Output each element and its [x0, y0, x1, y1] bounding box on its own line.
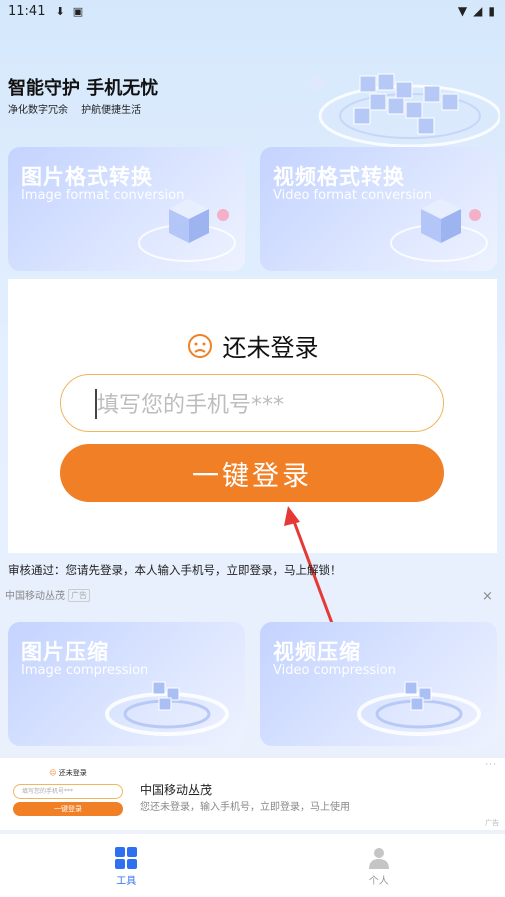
- banner-ad-description: 您还未登录，输入手机号，立即登录，马上使用: [140, 802, 350, 813]
- banner-ad-thumbnail: ☹ 还未登录 填写您的手机号*** 一键登录: [10, 766, 126, 828]
- login-status-text: 还未登录: [222, 334, 319, 362]
- nav-personal[interactable]: 个人: [253, 834, 505, 897]
- wifi-icon: ▼: [457, 4, 468, 18]
- battery-icon: ▮: [488, 4, 495, 18]
- nav-personal-label: 个人: [368, 876, 389, 887]
- ad-tag: 广告: [68, 589, 90, 602]
- cube-icon: [390, 199, 488, 262]
- banner-mini-status: ☹ 还未登录: [49, 769, 87, 777]
- compression-ring-icon: [357, 681, 481, 736]
- hero-cube-illustration: [308, 73, 500, 148]
- card-title: 视频压缩: [273, 640, 361, 664]
- hero-title: 智能守护 手机无忧: [8, 78, 159, 99]
- cube-icon: [138, 199, 236, 262]
- status-right: ▼ ◢ ▮: [458, 4, 495, 18]
- hero-subtitle: 净化数字冗余 护航便捷生活: [8, 105, 142, 116]
- banner-mini-input: 填写您的手机号***: [13, 784, 123, 799]
- one-click-login-button[interactable]: 一键登录: [60, 444, 444, 502]
- person-icon: [368, 848, 389, 869]
- sad-face-icon: [187, 333, 212, 358]
- login-panel: 还未登录 填写您的手机号*** 一键登录: [8, 279, 497, 553]
- notification-icon: ▣: [72, 4, 84, 18]
- status-time: 11:41: [8, 3, 46, 19]
- grid-icon: [115, 847, 138, 869]
- text-caret: [95, 389, 97, 419]
- status-bar: 11:41 ⬇ ▣ ▼ ◢ ▮: [0, 0, 505, 22]
- phone-placeholder: 填写您的手机号***: [97, 393, 285, 418]
- ad-source: 中国移动丛茂: [5, 591, 65, 602]
- card-video-format-conversion[interactable]: 视频格式转换 Video format conversion: [260, 147, 497, 271]
- audit-notice: 审核通过：您请先登录，本人输入手机号，立即登录，马上解锁！: [8, 563, 342, 577]
- signal-icon: ◢: [473, 4, 483, 18]
- banner-ad-menu[interactable]: ···: [485, 760, 497, 770]
- nav-tools[interactable]: 工具: [0, 834, 253, 897]
- nav-tools-label: 工具: [116, 876, 137, 887]
- banner-ad[interactable]: ☹ 还未登录 填写您的手机号*** 一键登录 中国移动丛茂 您还未登录，输入手机…: [0, 758, 505, 830]
- banner-ad-title: 中国移动丛茂: [140, 783, 213, 797]
- card-video-compression[interactable]: 视频压缩 Video compression: [260, 622, 497, 746]
- card-image-compression[interactable]: 图片压缩 Image compression: [8, 622, 245, 746]
- download-icon: ⬇: [55, 4, 65, 18]
- card-image-format-conversion[interactable]: 图片格式转换 Image format conversion: [8, 147, 245, 271]
- banner-ad-mark: 广告: [485, 819, 499, 827]
- compression-ring-icon: [105, 681, 229, 736]
- phone-input[interactable]: 填写您的手机号***: [60, 374, 444, 432]
- login-status: 还未登录: [8, 328, 497, 363]
- card-title: 图片压缩: [21, 640, 109, 664]
- banner-mini-button: 一键登录: [13, 802, 123, 816]
- ad-close-button[interactable]: ×: [482, 589, 493, 604]
- bottom-nav: 工具 个人: [0, 834, 505, 897]
